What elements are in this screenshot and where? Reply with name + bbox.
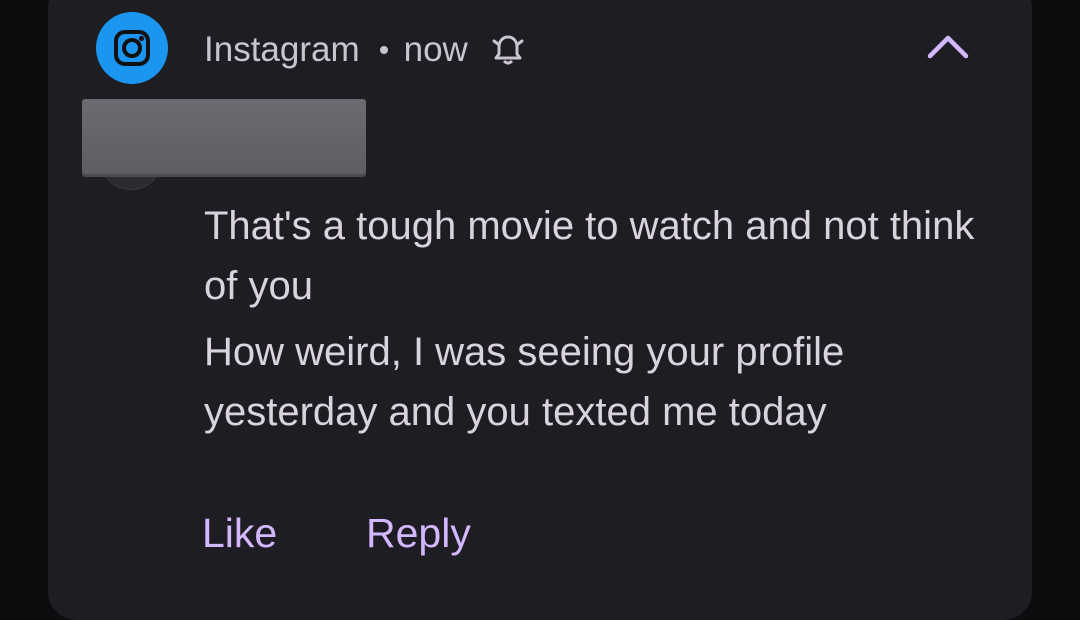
like-button[interactable]: Like — [202, 505, 277, 561]
redacted-sender-name — [82, 99, 366, 174]
message-text: How weird, I was seeing your profile yes… — [204, 330, 845, 434]
chevron-up-icon[interactable] — [924, 26, 972, 66]
app-name: Instagram — [204, 30, 360, 69]
message-text: That's a tough movie to watch and not th… — [204, 204, 975, 308]
notification-header: Instagram now — [204, 26, 524, 74]
separator-dot — [379, 46, 388, 54]
instagram-icon — [96, 12, 168, 84]
notification-time: now — [403, 30, 468, 69]
bell-icon — [492, 33, 524, 67]
reply-button[interactable]: Reply — [366, 505, 471, 561]
